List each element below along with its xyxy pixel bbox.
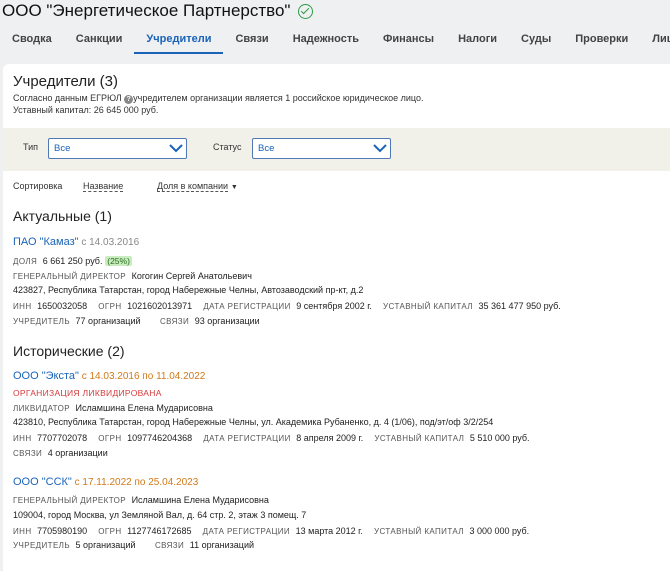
founder-name-link[interactable]: ООО "ССК" (13, 476, 72, 488)
sort-label: Сортировка (13, 181, 63, 191)
founder-card-eksta: ООО "Экста" с 14.03.2016 по 11.04.2022 (13, 370, 205, 382)
tab-sanctions[interactable]: Санкции (64, 28, 135, 54)
founder-requisites: ИНН 7705980190 ОГРН 1127746172685 ДАТА Р… (13, 526, 530, 536)
founder-card-ssk: ООО "ССК" с 17.11.2022 по 25.04.2023 (13, 476, 198, 488)
founder-period: с 17.11.2022 по 25.04.2023 (74, 477, 199, 488)
charter-capital: Уставный капитал: 26 645 000 руб. (13, 105, 159, 115)
founder-name-link[interactable]: ПАО "Камаз" (13, 236, 79, 248)
connections-link[interactable]: 4 организации (48, 448, 108, 458)
tab-finances[interactable]: Финансы (371, 28, 446, 54)
tab-courts[interactable]: Суды (509, 28, 563, 54)
founder-director: ГЕНЕРАЛЬНЫЙ ДИРЕКТОР Исламшина Елена Муд… (13, 495, 269, 505)
chevron-down-icon (169, 144, 183, 153)
historic-heading: Исторические (2) (13, 343, 125, 359)
check-circle-icon (298, 3, 314, 19)
tab-bar: Сводка Санкции Учредители Связи Надежнос… (0, 28, 670, 54)
share-badge: (25%) (105, 256, 132, 266)
founder-period: с 14.03.2016 по 11.04.2022 (81, 371, 206, 382)
founder-of-link[interactable]: 5 организаций (76, 540, 136, 550)
actual-heading: Актуальные (1) (13, 208, 112, 224)
tab-licenses[interactable]: Лицен (640, 28, 670, 54)
founder-card-kamaz: ПАО "Камаз" с 14.03.2016 (13, 236, 139, 248)
founder-address: 423810, Республика Татарстан, город Набе… (13, 417, 494, 427)
status-filter-label: Статус (213, 142, 242, 152)
status-filter-select[interactable]: Все (252, 138, 391, 159)
tab-taxes[interactable]: Налоги (446, 28, 509, 54)
connections-link[interactable]: 11 организаций (190, 540, 254, 550)
type-filter-label: Тип (23, 142, 39, 152)
tab-founders[interactable]: Учредители (134, 28, 224, 54)
founder-relations: УЧРЕДИТЕЛЬ 77 организаций СВЯЗИ 93 орган… (13, 316, 260, 326)
company-title: ООО "Энергетическое Партнерство" (2, 1, 291, 20)
company-title-row: ООО "Энергетическое Партнерство" (2, 1, 314, 21)
section-title: Учредители (3) (13, 73, 119, 90)
chevron-down-icon (373, 144, 387, 153)
founder-requisites: ИНН 1650032058 ОГРН 1021602013971 ДАТА Р… (13, 301, 561, 311)
header: ООО "Энергетическое Партнерство" Сводка … (0, 0, 670, 62)
founders-panel: Учредители (3) Согласно данным ЕГРЮЛ ? уч… (3, 64, 670, 571)
tab-connections[interactable]: Связи (223, 28, 280, 54)
caret-down-icon: ▼ (230, 184, 238, 191)
tab-reliability[interactable]: Надежность (281, 28, 371, 54)
type-filter-select[interactable]: Все (48, 138, 187, 159)
section-description: Согласно данным ЕГРЮЛ ? учредителем орган… (13, 93, 424, 104)
founder-address: 109004, город Москва, ул Земляной Вал, д… (13, 510, 307, 520)
question-icon[interactable]: ? (124, 95, 134, 104)
founder-of-link[interactable]: 77 организаций (76, 316, 141, 326)
founder-address: 423827, Республика Татарстан, город Набе… (13, 285, 364, 295)
founder-since: с 14.03.2016 (81, 237, 140, 248)
founder-relations: СВЯЗИ 4 организации (13, 448, 108, 458)
status-filter-value: Все (258, 143, 275, 154)
founder-name-link[interactable]: ООО "Экста" (13, 370, 79, 382)
founder-director: ГЕНЕРАЛЬНЫЙ ДИРЕКТОР Когогин Сергей Анат… (13, 271, 252, 281)
tab-summary[interactable]: Сводка (0, 28, 64, 54)
founder-share: ДОЛЯ 6 661 250 руб. (25%) (13, 256, 132, 266)
founder-liquidator: ЛИКВИДАТОР Исламшина Елена Мударисовна (13, 403, 213, 413)
filter-bar: Тип Все Статус Все (3, 128, 670, 171)
sort-by-name[interactable]: Название (83, 181, 124, 192)
sort-by-share[interactable]: Доля в компании ▼ (157, 181, 238, 192)
founder-requisites: ИНН 7707702078 ОГРН 1097746204368 ДАТА Р… (13, 433, 530, 443)
tab-inspections[interactable]: Проверки (563, 28, 640, 54)
connections-link[interactable]: 93 организации (195, 316, 260, 326)
founder-relations: УЧРЕДИТЕЛЬ 5 организаций СВЯЗИ 11 органи… (13, 540, 255, 550)
type-filter-value: Все (54, 143, 71, 154)
liquidated-status: ОРГАНИЗАЦИЯ ЛИКВИДИРОВАНА (13, 388, 162, 398)
